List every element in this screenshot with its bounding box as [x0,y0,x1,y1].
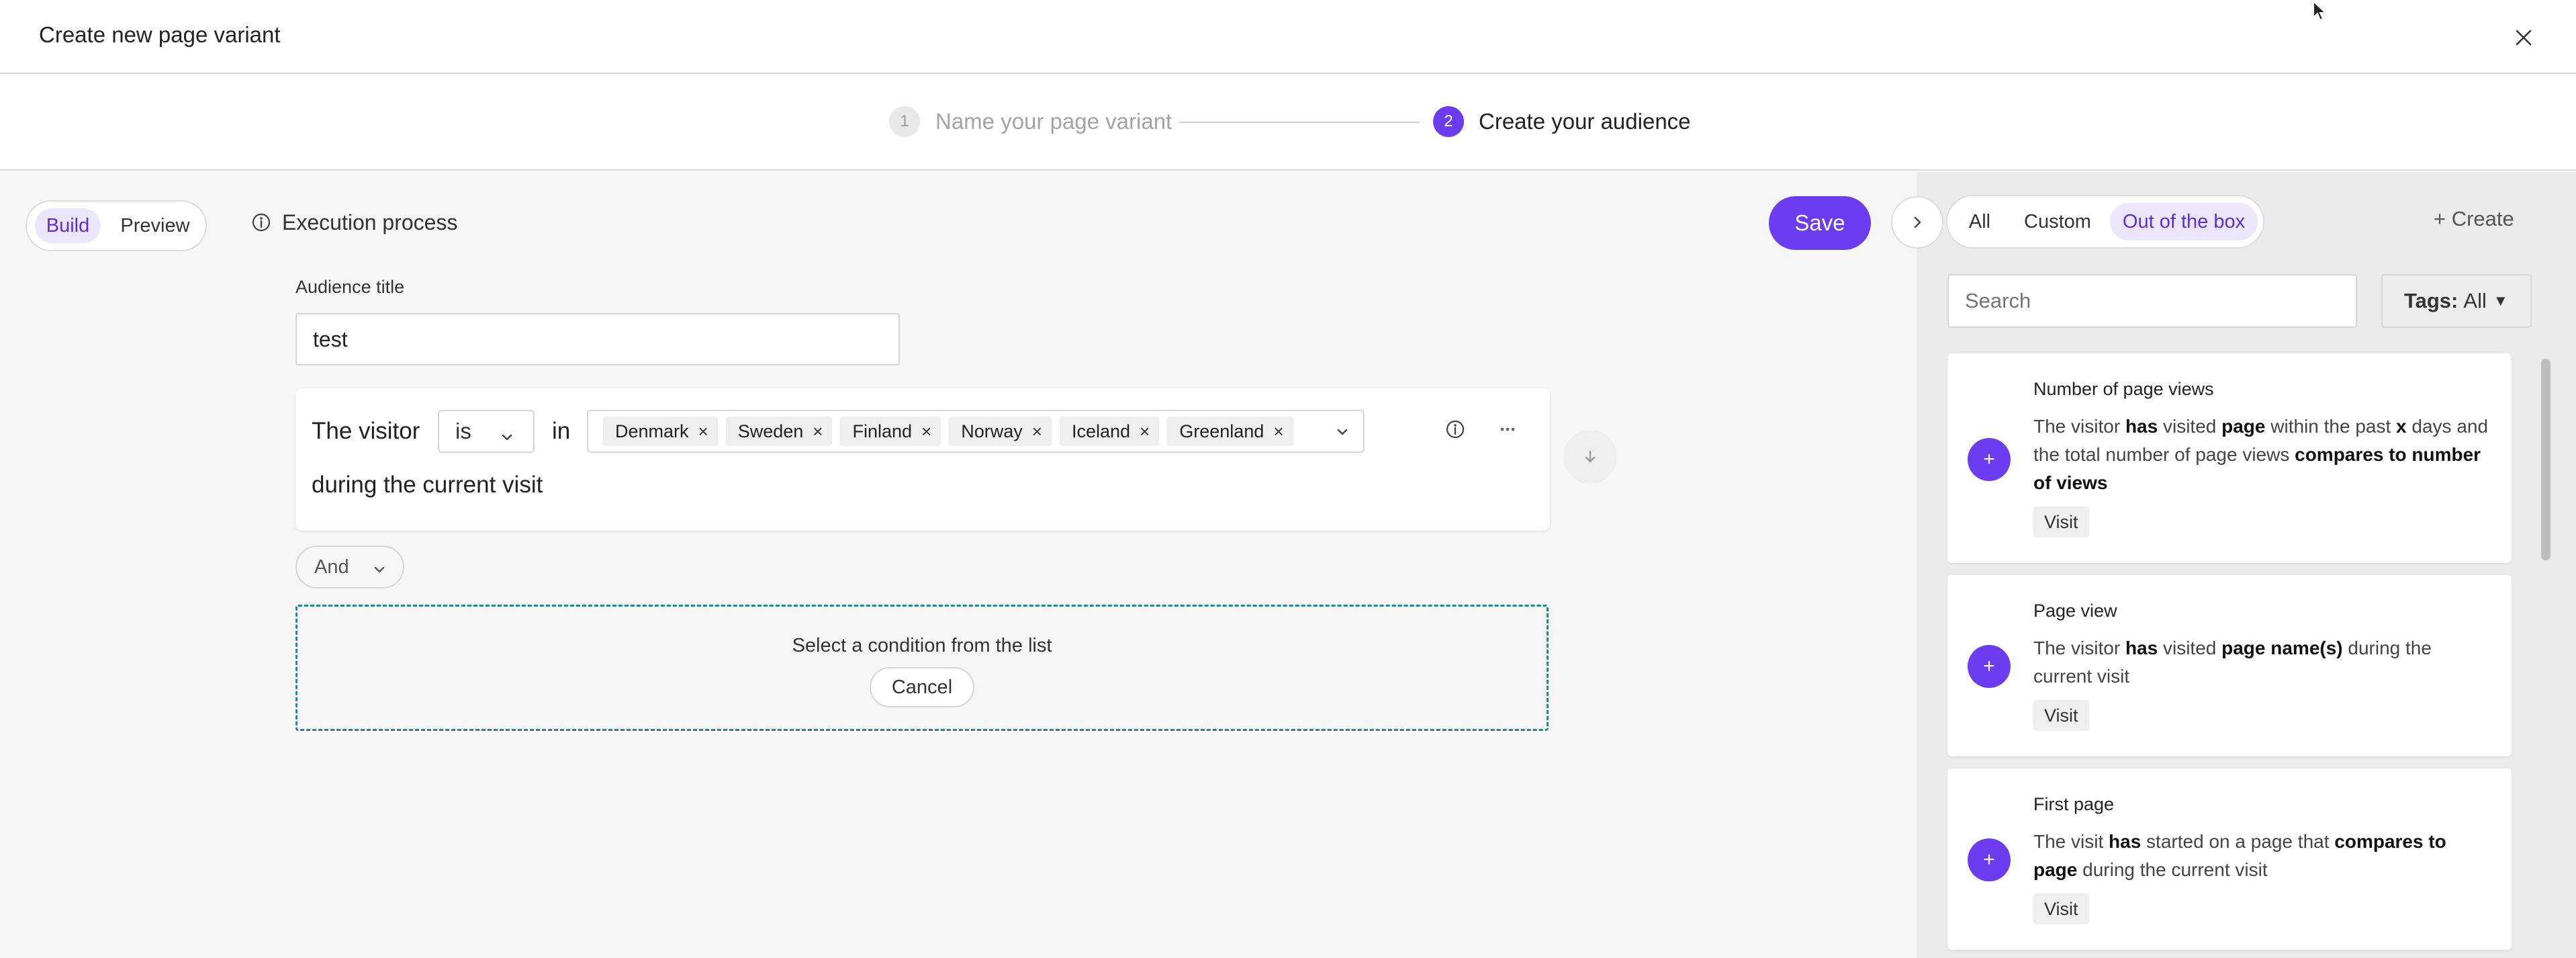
value-tag: Finland × [840,417,941,446]
caret-down-icon: ▼ [2493,292,2508,309]
audience-title-label: Audience title [295,277,405,297]
create-button[interactable]: + Create [2434,207,2514,231]
card-description: The visit has started on a page that com… [2033,831,2446,880]
step-1-label[interactable]: Name your page variant [935,109,1172,134]
close-button[interactable] [2508,21,2540,54]
preview-tab[interactable]: Preview [113,208,197,243]
add-condition-button[interactable]: + [1968,645,2011,688]
build-tab[interactable]: Build [35,208,101,243]
card-title: Number of page views [2033,379,2214,399]
card-description: The visitor has visited page name(s) dur… [2033,638,2432,687]
tab-out-of-the-box[interactable]: Out of the box [2110,203,2258,241]
plus-icon: + [1983,848,1995,871]
plus-icon: + [1983,655,1995,677]
chevron-down-icon [500,425,514,450]
remove-icon[interactable]: × [921,421,931,442]
tag-label: Denmark [615,421,689,441]
info-icon[interactable] [1445,419,1465,443]
step-connector [1179,122,1420,123]
chevron-down-icon[interactable] [1335,425,1350,443]
remove-icon[interactable]: × [813,421,823,442]
value-tag: Iceland × [1059,417,1160,446]
card-tag: Visit [2033,507,2089,537]
search-input[interactable] [1947,274,2357,328]
arrow-down-icon [1585,450,1596,463]
remove-icon[interactable]: × [698,421,708,442]
condition-card-first-page[interactable]: + First page The visit has started on a … [1947,769,2512,950]
operator-value: is [455,419,471,443]
execution-process-link[interactable]: Execution process [282,210,457,235]
tab-custom[interactable]: Custom [2012,203,2103,241]
save-button[interactable]: Save [1769,196,1871,250]
remove-icon[interactable]: × [1032,421,1042,442]
condition-card-page-views[interactable]: + Number of page views The visitor has v… [1947,353,2512,563]
card-tag: Visit [2033,700,2089,731]
cancel-button[interactable]: Cancel [870,667,974,707]
collapse-panel-button[interactable] [1891,196,1943,249]
card-description: The visitor has visited page within the … [2033,416,2489,493]
card-title: Page view [2033,601,2117,621]
chevron-down-icon [372,560,387,582]
condition-suffix: during the current visit [312,472,543,498]
country-multiselect[interactable]: Denmark × Sweden × Finland × Norway × Icelan… [587,410,1365,453]
tag-label: Finland [852,421,913,441]
tags-filter-value: All [2463,289,2487,312]
more-options-icon[interactable] [1498,419,1518,443]
value-tag: Denmark × [603,417,718,446]
add-condition-button[interactable]: + [1968,838,2011,881]
logic-operator-value: And [314,556,349,578]
logic-operator-select[interactable]: And [295,546,404,589]
mode-toggle: Build Preview [26,200,207,251]
audience-title-input[interactable] [295,313,900,365]
condition-preposition: in [552,418,571,444]
filter-tabs: All Custom Out of the box [1946,195,2264,249]
condition-card-page-view[interactable]: + Page view The visitor has visited page… [1947,575,2512,756]
mouse-cursor-icon [2312,0,2330,26]
operator-select[interactable]: is [438,410,535,453]
close-icon [2516,30,2532,46]
scrollbar-thumb[interactable] [2541,359,2550,560]
tag-label: Greenland [1179,421,1264,441]
remove-icon[interactable]: × [1273,421,1283,442]
modal-header: Create new page variant [0,0,2576,74]
plus-icon: + [1983,448,1995,470]
audience-builder: Build Preview Execution process Save Aud… [0,172,1917,958]
condition-subject: The visitor [312,418,420,444]
conditions-panel: All Custom Out of the box + Create Tags:… [1917,172,2576,958]
value-tag: Sweden × [725,417,833,446]
step-2-label[interactable]: Create your audience [1479,109,1691,134]
placeholder-text: Select a condition from the list [792,635,1052,656]
info-icon[interactable] [251,212,271,236]
step-1-number[interactable]: 1 [889,106,920,137]
chevron-right-icon [1914,216,1921,228]
card-title: First page [2033,794,2115,814]
value-tag: Norway × [949,417,1052,446]
tag-label: Sweden [737,421,804,441]
condition-placeholder: Select a condition from the list Cancel [295,605,1549,731]
add-condition-button[interactable]: + [1968,438,2011,481]
step-2-number[interactable]: 2 [1433,106,1464,137]
tag-label: Norway [961,421,1023,441]
stepper: 1 Name your page variant 2 Create your a… [0,75,2576,171]
move-down-button[interactable] [1563,430,1617,484]
remove-icon[interactable]: × [1140,421,1150,442]
value-tag: Greenland × [1167,417,1293,446]
tags-filter-dropdown[interactable]: Tags: All ▼ [2381,274,2532,328]
condition-card: The visitor is in Denmark × Sweden × Finla… [295,388,1550,531]
tag-label: Iceland [1071,421,1131,441]
tags-filter-label: Tags: [2404,289,2458,312]
modal-title: Create new page variant [39,22,281,47]
tab-all[interactable]: All [1954,203,2005,241]
card-tag: Visit [2033,894,2089,924]
